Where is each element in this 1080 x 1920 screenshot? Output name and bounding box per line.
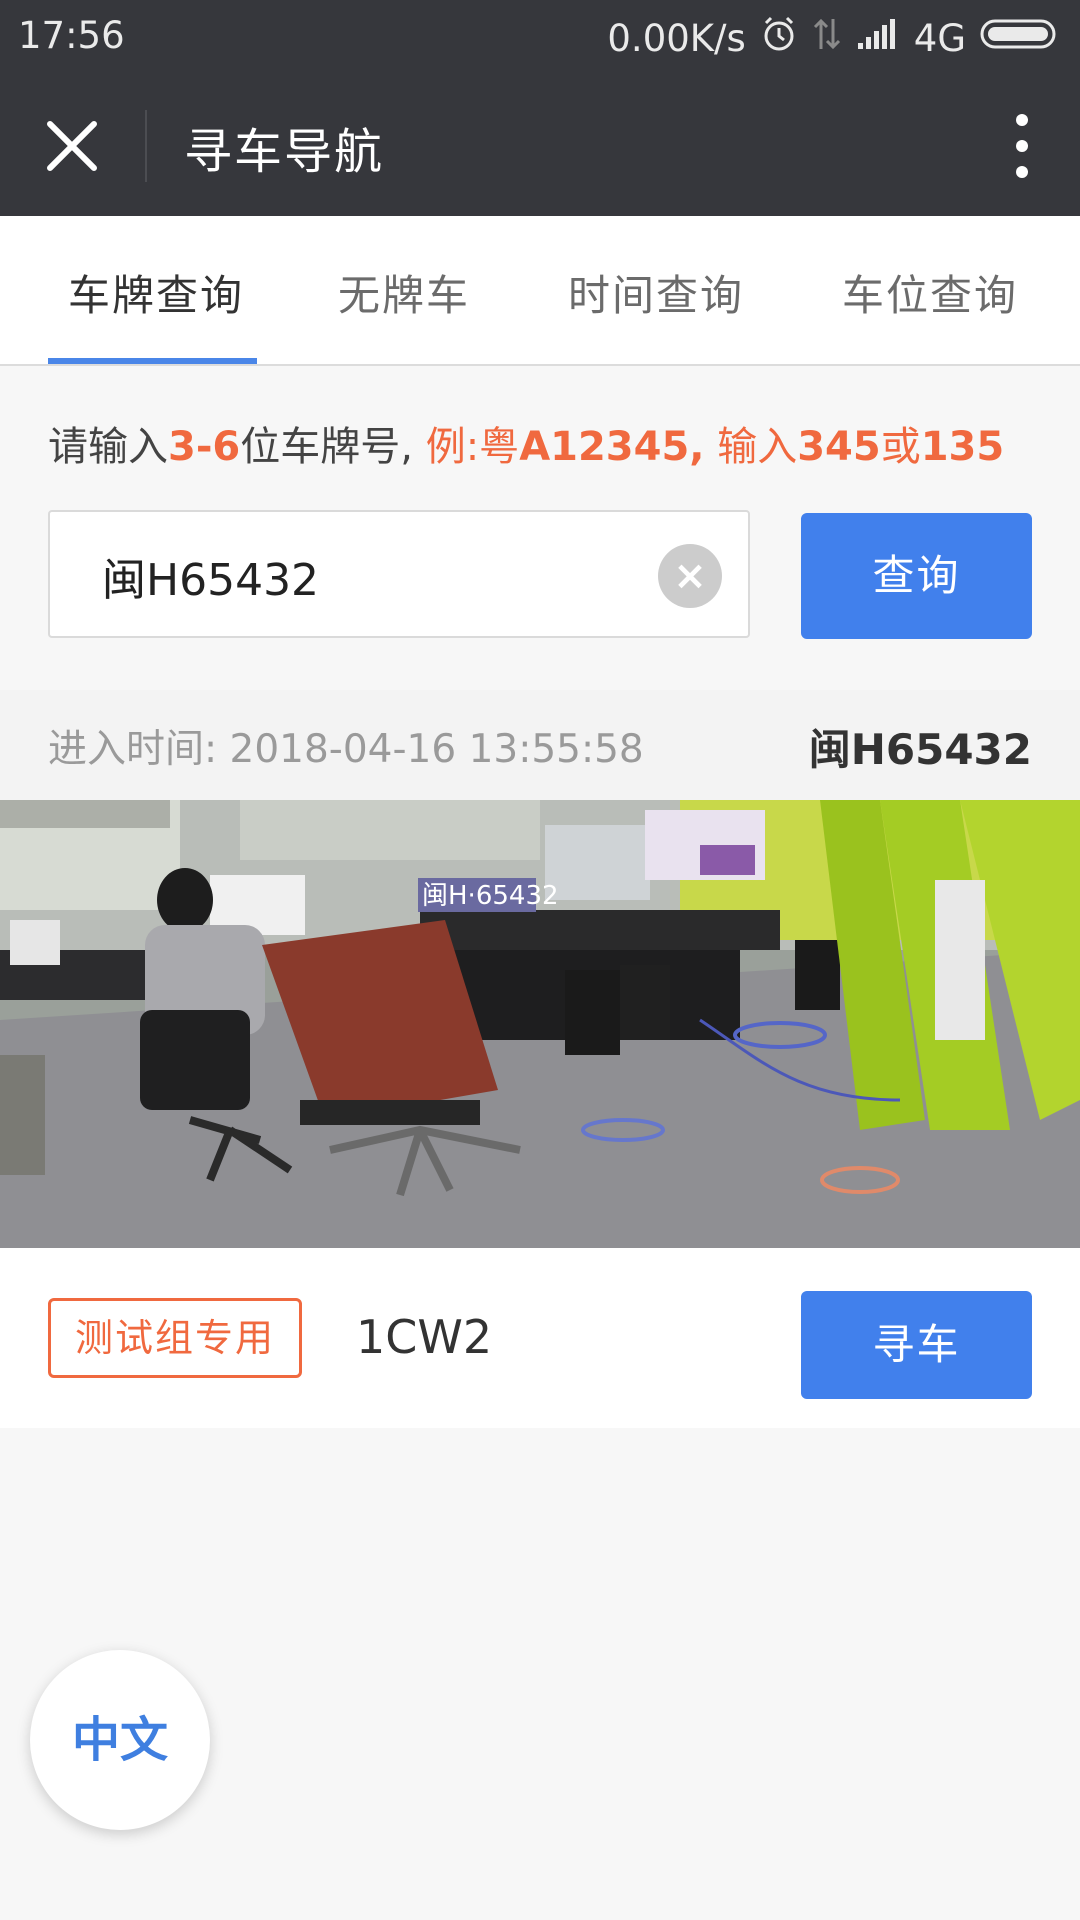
hint-example: 输入	[704, 424, 798, 470]
tab-plate-query[interactable]: 车牌查询	[68, 262, 244, 323]
result-card: 进入时间: 2018-04-16 13:55:58 闽H65432 闽H·654…	[0, 690, 1080, 1428]
hint-example: 或	[880, 424, 921, 470]
battery-icon	[980, 17, 1060, 60]
hint-example: 例:粤	[425, 424, 520, 470]
title-divider	[145, 110, 147, 182]
status-time: 17:56	[18, 14, 125, 57]
close-circle-icon[interactable]: ×	[658, 544, 722, 608]
hint-example-digits: 135	[920, 424, 1005, 470]
signal-icon	[856, 17, 900, 60]
tab-active-indicator	[48, 358, 257, 364]
title-bar: 寻车导航	[0, 76, 1080, 216]
close-icon[interactable]	[44, 118, 100, 174]
data-arrows-icon	[812, 15, 842, 62]
snapshot-plate-text: 闽H·65432	[422, 881, 559, 911]
plate-search-input[interactable]	[100, 540, 624, 612]
hint-highlight: 3-6	[168, 424, 241, 470]
zone-tag: 测试组专用	[48, 1298, 303, 1378]
entry-time: 进入时间: 2018-04-16 13:55:58	[48, 727, 644, 772]
tab-bar: 车牌查询 无牌车 时间查询 车位查询	[0, 216, 1080, 366]
page: 17:56 0.00K/s 4G 寻车导航 车牌查询 无牌车 时间查询 车位查询…	[0, 0, 1080, 1920]
alarm-icon	[760, 15, 798, 62]
network-type: 4G	[913, 16, 966, 60]
entry-info-row: 进入时间: 2018-04-16 13:55:58 闽H65432	[0, 690, 1080, 800]
find-car-button[interactable]: 寻车	[801, 1291, 1032, 1399]
space-code: 1CW2	[356, 1310, 493, 1364]
net-speed: 0.00K/s	[607, 16, 746, 60]
tab-space-query[interactable]: 车位查询	[842, 262, 1018, 323]
plate-search-box: ×	[48, 510, 750, 638]
tab-time-query[interactable]: 时间查询	[568, 262, 744, 323]
vehicle-snapshot-image[interactable]: 闽H·65432	[0, 800, 1080, 1248]
query-button[interactable]: 查询	[801, 513, 1032, 639]
hint-text: 请输入	[48, 424, 168, 470]
search-hint: 请输入3-6位车牌号, 例:粤A12345, 输入345或135	[48, 414, 1004, 472]
hint-example-digits: 345	[797, 424, 881, 470]
hint-text: 位车牌号,	[240, 424, 426, 470]
parking-space-row: 测试组专用 1CW2 寻车	[0, 1248, 1080, 1428]
result-plate: 闽H65432	[808, 725, 1032, 774]
status-bar: 17:56 0.00K/s 4G	[0, 0, 1080, 76]
page-title: 寻车导航	[184, 124, 385, 180]
language-toggle-button[interactable]: 中文	[30, 1650, 210, 1830]
hint-example-plate: A12345,	[519, 424, 705, 470]
more-vert-icon[interactable]	[1012, 114, 1032, 178]
tab-no-plate[interactable]: 无牌车	[338, 262, 470, 323]
status-right: 0.00K/s 4G	[607, 12, 1060, 64]
